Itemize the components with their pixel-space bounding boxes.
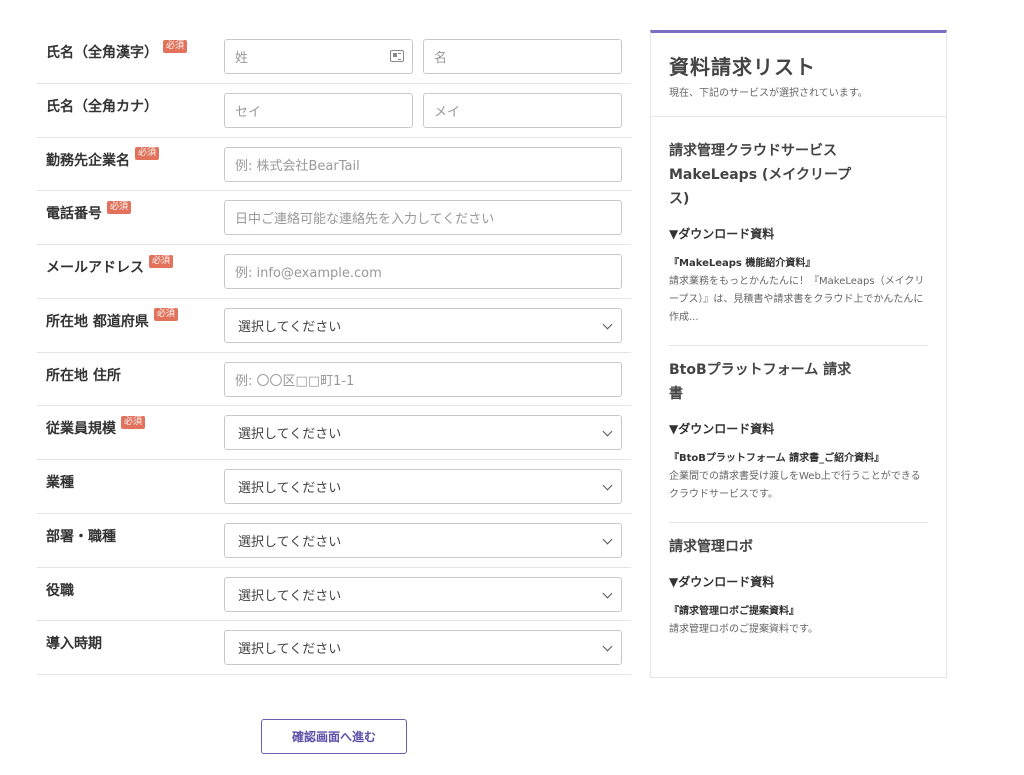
department-select[interactable]: 選択してください: [224, 522, 622, 558]
document-title: 『BtoBプラットフォーム 請求書_ご紹介資料』: [669, 453, 885, 464]
document-description: 企業間での請求書受け渡しをWeb上で行うことができるクラウドサービスです。: [669, 471, 921, 500]
field-row-position: 役職 選択してください: [37, 568, 631, 622]
chevron-down-icon: [602, 319, 613, 330]
download-heading: ▼ダウンロード資料: [669, 227, 775, 241]
first-name-kana-input[interactable]: メイ: [423, 92, 622, 128]
chevron-down-icon: [602, 480, 613, 491]
introduction-timing-select[interactable]: 選択してください: [224, 630, 622, 666]
field-label: 氏名（全角漢字）: [46, 45, 158, 61]
first-name-input[interactable]: 名: [423, 39, 622, 74]
chevron-down-icon: [602, 588, 613, 598]
chevron-down-icon: [602, 534, 613, 545]
service-name: 請求管理ロボ: [669, 539, 753, 555]
placeholder-text: 名: [434, 51, 448, 66]
field-row-industry: 業種 選択してください: [37, 460, 631, 514]
field-label: 電話番号: [46, 206, 102, 223]
last-name-input[interactable]: 姓: [224, 39, 413, 74]
document-description: 請求業務をもっとかんたんに！『MakeLeaps（メイクリープス）』は、見積書や…: [669, 276, 925, 323]
required-badge: 必須: [107, 200, 132, 214]
employee-size-select[interactable]: 選択してください: [224, 415, 622, 451]
panel-header: 資料請求リスト 現在、下記のサービスが選択されています。: [651, 33, 946, 117]
confirm-button[interactable]: 確認画面へ進む: [261, 719, 407, 754]
required-badge: 必須: [135, 147, 160, 160]
field-row-phone: 電話番号 必須 日中ご連絡可能な連絡先を入力してください: [37, 191, 631, 245]
field-row-department: 部署・職種 選択してください: [37, 514, 631, 568]
select-value: 選択してください: [238, 534, 342, 550]
service-item: 請求管理ロボ ▼ダウンロード資料 『請求管理ロボご提案資料』 請求管理ロボのご提…: [669, 523, 928, 653]
required-badge: 必須: [163, 39, 188, 53]
field-row-address: 所在地 住所 例: 〇〇区□□町1-1: [37, 353, 631, 407]
document-title: 『MakeLeaps 機能紹介資料』: [669, 258, 816, 269]
placeholder-text: メイ: [434, 104, 461, 120]
select-value: 選択してください: [238, 319, 342, 335]
field-row-name-kanji: 氏名（全角漢字） 必須 姓 名: [37, 30, 631, 84]
document-title: 『請求管理ロボご提案資料』: [669, 606, 799, 617]
field-row-prefecture: 所在地 都道府県 必須 選択してください: [37, 299, 631, 353]
request-form: 氏名（全角漢字） 必須 姓 名 氏名（全角カナ） セイ メイ 勤務先企業名 必須…: [37, 30, 631, 675]
email-input[interactable]: 例: info@example.com: [224, 254, 622, 289]
placeholder-text: 姓: [235, 51, 249, 66]
placeholder-text: セイ: [235, 104, 262, 120]
select-value: 選択してください: [238, 642, 342, 658]
download-heading: ▼ダウンロード資料: [669, 575, 775, 589]
select-value: 選択してください: [238, 481, 342, 496]
prefecture-select[interactable]: 選択してください: [224, 307, 622, 343]
required-badge: 必須: [121, 415, 146, 429]
placeholder-text: 例: info@example.com: [235, 266, 382, 281]
service-item: 請求管理クラウドサービス MakeLeaps (メイクリープス) ▼ダウンロード…: [669, 117, 928, 346]
field-row-email: メールアドレス 必須 例: info@example.com: [37, 245, 631, 299]
placeholder-text: 日中ご連絡可能な連絡先を入力してください: [235, 212, 495, 228]
chevron-down-icon: [602, 641, 613, 652]
document-description: 請求管理ロボのご提案資料です。: [669, 624, 818, 635]
field-label: 氏名（全角カナ）: [46, 98, 158, 115]
field-row-name-kana: 氏名（全角カナ） セイ メイ: [37, 84, 631, 138]
chevron-down-icon: [602, 426, 613, 437]
field-label: 勤務先企業名: [46, 152, 130, 169]
request-list-panel: 資料請求リスト 現在、下記のサービスが選択されています。 請求管理クラウドサービ…: [650, 30, 947, 678]
last-name-kana-input[interactable]: セイ: [224, 92, 413, 128]
service-name: 請求管理クラウドサービス MakeLeaps (メイクリープス): [669, 143, 852, 207]
placeholder-text: 例: 株式会社BearTail: [235, 158, 360, 174]
field-label: 従業員規模: [46, 421, 116, 438]
field-row-employees: 従業員規模 必須 選択してください: [37, 406, 631, 460]
position-select[interactable]: 選択してください: [224, 576, 622, 612]
field-label: 業種: [46, 475, 74, 491]
phone-input[interactable]: 日中ご連絡可能な連絡先を入力してください: [224, 200, 622, 236]
field-row-company: 勤務先企業名 必須 例: 株式会社BearTail: [37, 138, 631, 192]
field-label: 導入時期: [46, 636, 102, 653]
service-item: BtoBプラットフォーム 請求書 ▼ダウンロード資料 『BtoBプラットフォーム…: [669, 346, 928, 523]
required-badge: 必須: [153, 308, 178, 322]
field-label: 所在地 住所: [46, 367, 121, 384]
service-name: BtoBプラットフォーム 請求書: [669, 362, 852, 402]
panel-subtitle: 現在、下記のサービスが選択されています。: [669, 88, 868, 99]
industry-select[interactable]: 選択してください: [224, 469, 622, 504]
field-label: 部署・職種: [46, 528, 116, 545]
select-value: 選択してください: [238, 588, 342, 604]
contact-card-icon[interactable]: [390, 50, 404, 62]
download-heading: ▼ダウンロード資料: [669, 422, 775, 436]
panel-title: 資料請求リスト: [669, 55, 816, 79]
field-label: 所在地 都道府県: [46, 313, 149, 330]
field-row-timing: 導入時期 選択してください: [37, 621, 631, 675]
field-label: メールアドレス: [46, 260, 144, 276]
required-badge: 必須: [149, 254, 174, 268]
address-input[interactable]: 例: 〇〇区□□町1-1: [224, 361, 622, 397]
select-value: 選択してください: [238, 427, 342, 443]
field-label: 役職: [46, 582, 74, 599]
company-name-input[interactable]: 例: 株式会社BearTail: [224, 146, 622, 182]
placeholder-text: 例: 〇〇区□□町1-1: [235, 373, 355, 389]
